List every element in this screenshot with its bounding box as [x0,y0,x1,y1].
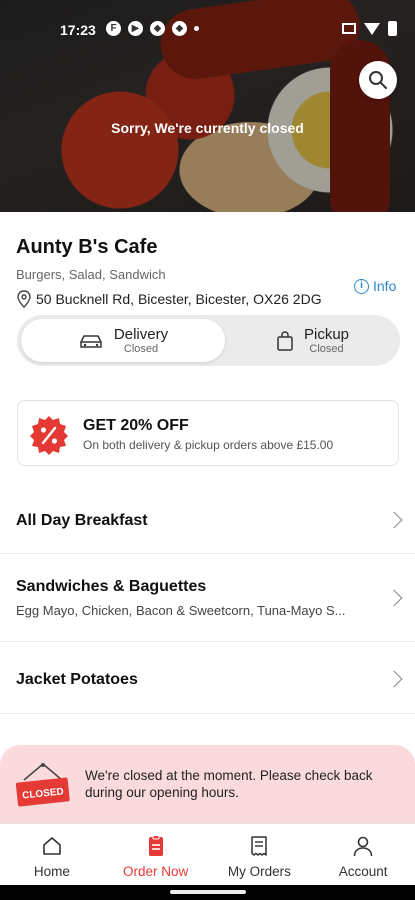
nav-order-now[interactable]: Order Now [104,824,208,885]
hero-banner: 17:23 F ▶ ◆ ◆ Sorry, We're currently clo… [0,0,415,212]
closed-message: Sorry, We're currently closed [111,120,304,136]
gesture-handle[interactable] [170,890,246,894]
shopping-bag-icon [277,330,293,351]
search-button[interactable] [359,61,397,99]
menu-category[interactable]: Jacket Potatoes [0,642,415,714]
menu-category-title: All Day Breakfast [16,512,148,529]
pickup-status: Closed [309,342,344,355]
search-icon [369,71,387,89]
menu-category[interactable]: All Day Breakfast [0,487,415,554]
menu-category-subtitle: Egg Mayo, Chicken, Bacon & Sweetcorn, Tu… [16,603,346,618]
closed-sign-icon: CLOSED [15,763,70,807]
delivery-option[interactable]: Delivery Closed [21,319,225,362]
status-time: 17:23 [60,22,96,38]
android-notification-icon: ◆ [172,21,187,36]
nav-account[interactable]: Account [311,824,415,885]
play-notification-icon: ▶ [128,21,143,36]
system-icons [342,21,397,36]
nav-account-label: Account [338,864,388,879]
address-text: 50 Bucknell Rd, Bicester, Bicester, OX26… [36,291,322,307]
notification-icons: F ▶ ◆ ◆ [106,21,199,36]
system-gesture-bar [0,885,415,900]
nav-order-now-label: Order Now [122,864,189,879]
discount-badge-icon [30,416,68,455]
menu-category[interactable]: Sandwiches & Baguettes Egg Mayo, Chicken… [0,554,415,642]
chevron-right-icon [385,589,403,607]
user-icon [353,836,373,857]
chevron-right-icon [385,670,403,688]
cafe-address: 50 Bucknell Rd, Bicester, Bicester, OX26… [16,290,322,308]
status-bar: 17:23 F ▶ ◆ ◆ [0,0,415,60]
menu-category-title: Sandwiches & Baguettes [16,578,207,595]
bottom-navigation: Home Order Now My Orders Account [0,823,415,885]
delivery-status: Closed [123,342,159,355]
car-icon [80,334,102,348]
cafe-name: Aunty B's Cafe [16,236,158,258]
promo-subtitle: On both delivery & pickup orders above £… [83,438,334,452]
info-link[interactable]: i Info [354,278,396,294]
info-icon: i [354,278,369,294]
app-notification-icon: F [106,21,121,36]
delivery-label: Delivery [113,325,169,343]
nav-my-orders-label: My Orders [227,864,291,879]
info-label: Info [373,278,397,294]
menu-category-title: Jacket Potatoes [16,671,138,688]
location-pin-icon [17,290,31,308]
receipt-icon [251,836,268,856]
chevron-right-icon [385,511,403,529]
promo-title: GET 20% OFF [83,417,189,434]
battery-icon [388,21,397,36]
android-notification-icon: ◆ [150,21,165,36]
promo-card[interactable]: GET 20% OFF On both delivery & pickup or… [17,400,399,466]
home-icon [43,837,61,855]
order-mode-toggle: Delivery Closed Pickup Closed [17,315,400,366]
closed-banner-message: We're closed at the moment. Please check… [85,768,373,800]
pickup-option[interactable]: Pickup Closed [229,319,396,362]
more-notifications-icon [194,26,199,31]
closed-banner: CLOSED We're closed at the moment. Pleas… [0,745,415,823]
cast-icon [342,23,356,34]
nav-home-label: Home [33,864,70,879]
pickup-label: Pickup [303,325,350,343]
nav-my-orders[interactable]: My Orders [208,824,312,885]
cafe-tags: Burgers, Salad, Sandwich [16,267,166,282]
nav-home[interactable]: Home [0,824,104,885]
order-icon [148,835,163,856]
wifi-icon [364,22,380,35]
